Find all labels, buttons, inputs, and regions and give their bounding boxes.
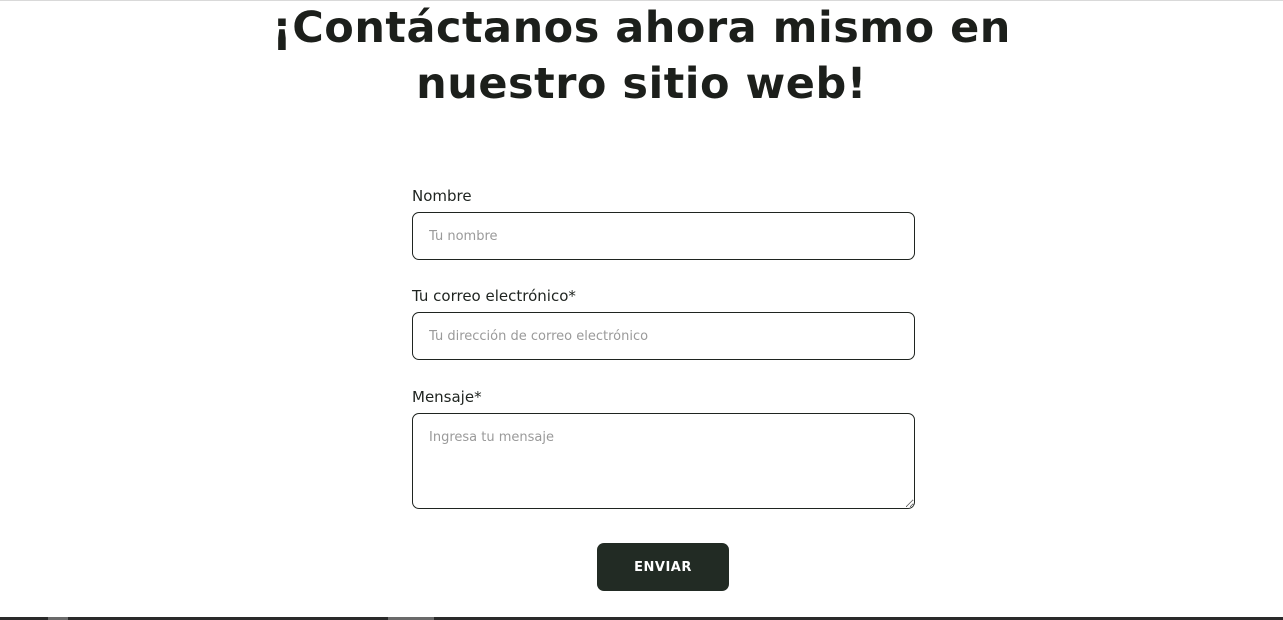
submit-button[interactable]: ENVIAR	[597, 543, 729, 591]
page-title-line-2: nuestro sitio web!	[416, 59, 867, 109]
message-textarea[interactable]	[412, 413, 915, 509]
message-label: Mensaje*	[412, 388, 482, 406]
email-input[interactable]	[412, 312, 915, 360]
name-field-group: Nombre	[412, 186, 915, 260]
email-label: Tu correo electrónico*	[412, 287, 576, 305]
message-field-group: Mensaje*	[412, 387, 915, 509]
page-title-line-1: ¡Contáctanos ahora mismo en	[272, 3, 1011, 53]
name-label: Nombre	[412, 187, 472, 205]
page-title: ¡Contáctanos ahora mismo en nuestro siti…	[0, 0, 1283, 112]
name-input[interactable]	[412, 212, 915, 260]
email-field-group: Tu correo electrónico*	[412, 286, 915, 360]
